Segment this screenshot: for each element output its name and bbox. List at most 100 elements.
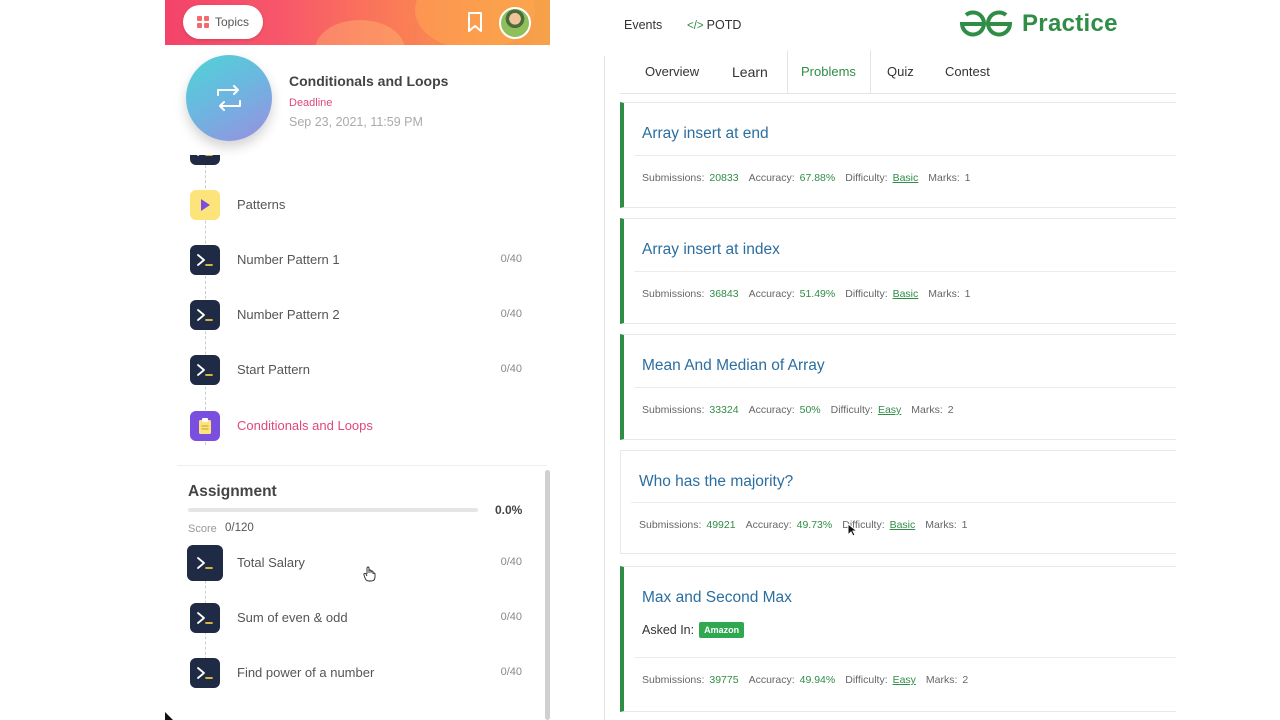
company-badge[interactable]: Amazon bbox=[699, 622, 745, 638]
accuracy-value: 51.49% bbox=[799, 288, 836, 300]
problem-title[interactable]: Mean And Median of Array bbox=[642, 357, 825, 375]
bookmark-icon[interactable] bbox=[467, 12, 483, 32]
scrollbar[interactable] bbox=[545, 470, 550, 720]
course-item[interactable]: Number Pattern 1 0/40 bbox=[165, 240, 550, 280]
course-item[interactable]: Conditionals and Loops bbox=[165, 406, 550, 446]
course-item-label: Start Pattern bbox=[237, 362, 310, 377]
assignment-item[interactable]: Find power of a number 0/40 bbox=[165, 653, 550, 693]
problem-meta: Submissions: 39775 Accuracy: 49.94% Diffic… bbox=[642, 674, 968, 686]
terminal-icon bbox=[197, 309, 213, 321]
assignment-item-label: Total Salary bbox=[237, 555, 305, 570]
item-type-icon bbox=[190, 245, 220, 275]
gfg-logo-icon bbox=[959, 10, 1013, 37]
accuracy-label: Accuracy: bbox=[748, 172, 795, 184]
marks-label: Marks: bbox=[925, 674, 958, 686]
terminal-icon bbox=[197, 254, 213, 266]
problem-card[interactable]: Mean And Median of Array Submissions: 333… bbox=[620, 334, 1176, 440]
accuracy-value: 67.88% bbox=[799, 172, 836, 184]
card-divider bbox=[631, 502, 1176, 503]
assignment-item-label: Sum of even & odd bbox=[237, 610, 348, 625]
problem-card[interactable]: Array insert at end Submissions: 20833 Acc… bbox=[620, 102, 1176, 208]
submissions-value: 49921 bbox=[706, 519, 736, 531]
difficulty-link[interactable]: Easy bbox=[893, 674, 916, 686]
nav-events[interactable]: Events bbox=[624, 18, 662, 32]
difficulty-link[interactable]: Easy bbox=[878, 404, 901, 416]
assignment-progress-pct: 0.0% bbox=[495, 503, 523, 517]
accuracy-value: 50% bbox=[799, 404, 821, 416]
submissions-value: 39775 bbox=[709, 674, 739, 686]
marks-label: Marks: bbox=[925, 519, 957, 531]
item-type-icon bbox=[190, 355, 220, 385]
code-icon: </> bbox=[687, 20, 704, 32]
problem-meta: Submissions: 36843 Accuracy: 51.49% Diffic… bbox=[642, 288, 971, 300]
submissions-value: 36843 bbox=[709, 288, 739, 300]
tab-problems[interactable]: Problems bbox=[801, 64, 856, 79]
assignment-item[interactable]: Total Salary 0/40 bbox=[165, 543, 550, 583]
loop-icon bbox=[217, 85, 241, 111]
submissions-label: Submissions: bbox=[642, 404, 705, 416]
problem-card[interactable]: Array insert at index Submissions: 36843 A… bbox=[620, 218, 1176, 324]
course-item-label: Number Pattern 1 bbox=[237, 252, 340, 267]
terminal-icon bbox=[197, 557, 213, 569]
course-panel: Topics Conditionals and Loops Deadline S… bbox=[165, 0, 550, 720]
assignment-progress-bar bbox=[188, 508, 478, 512]
avatar[interactable] bbox=[499, 7, 531, 39]
item-type-icon bbox=[190, 190, 220, 220]
problem-title[interactable]: Max and Second Max bbox=[642, 589, 792, 607]
assignment-item-score: 0/40 bbox=[500, 556, 522, 568]
problem-card[interactable]: Max and Second Max Asked In: Amazon Submiss… bbox=[620, 566, 1176, 712]
tab-overview[interactable]: Overview bbox=[645, 64, 699, 79]
card-divider bbox=[634, 155, 1176, 156]
nav-potd[interactable]: </> POTD bbox=[687, 18, 741, 32]
problem-meta: Submissions: 33324 Accuracy: 50% Difficult… bbox=[642, 404, 954, 416]
difficulty-link[interactable]: Basic bbox=[893, 288, 919, 300]
course-header: Conditionals and Loops Deadline Sep 23, … bbox=[165, 45, 550, 155]
problem-card[interactable]: Who has the majority? Submissions: 49921 A… bbox=[620, 450, 1176, 554]
difficulty-label: Difficulty: bbox=[845, 288, 888, 300]
tab-contest[interactable]: Contest bbox=[945, 64, 990, 79]
mouse-pointer-icon bbox=[847, 523, 859, 537]
course-tabs: Overview Learn Problems Quiz Contest bbox=[620, 50, 1176, 94]
accuracy-label: Accuracy: bbox=[748, 404, 795, 416]
card-divider bbox=[634, 387, 1176, 388]
submissions-value: 20833 bbox=[709, 172, 739, 184]
difficulty-label: Difficulty: bbox=[845, 674, 888, 686]
section-divider bbox=[177, 465, 547, 466]
difficulty-label: Difficulty: bbox=[830, 404, 874, 416]
course-item[interactable]: Patterns bbox=[165, 185, 550, 225]
hand-cursor-icon bbox=[363, 566, 376, 582]
course-title: Conditionals and Loops bbox=[289, 73, 449, 89]
problem-title[interactable]: Who has the majority? bbox=[639, 473, 793, 491]
clipboard-icon bbox=[199, 418, 211, 434]
assignment-item[interactable]: Sum of even & odd 0/40 bbox=[165, 598, 550, 638]
difficulty-link[interactable]: Basic bbox=[890, 519, 916, 531]
course-item-label: Number Pattern 2 bbox=[237, 307, 340, 322]
problem-title[interactable]: Array insert at index bbox=[642, 241, 780, 259]
course-item[interactable]: Number Pattern 2 0/40 bbox=[165, 295, 550, 335]
course-item-label: Conditionals and Loops bbox=[237, 418, 373, 433]
marks-label: Marks: bbox=[928, 288, 960, 300]
problem-meta: Submissions: 20833 Accuracy: 67.88% Diffic… bbox=[642, 172, 971, 184]
assignment-title: Assignment bbox=[188, 483, 277, 500]
decor-blob bbox=[315, 20, 405, 45]
assignment-item-score: 0/40 bbox=[500, 611, 522, 623]
app-root: Topics Conditionals and Loops Deadline S… bbox=[0, 0, 1280, 720]
submissions-value: 33324 bbox=[709, 404, 739, 416]
assignment-item-label: Find power of a number bbox=[237, 665, 375, 680]
accuracy-value: 49.73% bbox=[796, 519, 833, 531]
assignment-item-score: 0/40 bbox=[500, 666, 522, 678]
topics-button[interactable]: Topics bbox=[183, 5, 263, 39]
accuracy-value: 49.94% bbox=[799, 674, 836, 686]
terminal-icon bbox=[197, 667, 213, 679]
tab-learn[interactable]: Learn bbox=[732, 64, 768, 80]
course-item-score: 0/40 bbox=[500, 308, 522, 320]
difficulty-link[interactable]: Basic bbox=[893, 172, 919, 184]
gfg-logo[interactable]: Practice bbox=[958, 10, 1118, 38]
problem-title[interactable]: Array insert at end bbox=[642, 125, 769, 143]
problem-meta: Submissions: 49921 Accuracy: 49.73% Diffic… bbox=[639, 519, 968, 531]
terminal-icon bbox=[197, 364, 213, 376]
submissions-label: Submissions: bbox=[642, 288, 705, 300]
course-item[interactable]: Start Pattern 0/40 bbox=[165, 350, 550, 390]
tab-quiz[interactable]: Quiz bbox=[887, 64, 914, 79]
marks-value: 2 bbox=[947, 404, 954, 416]
